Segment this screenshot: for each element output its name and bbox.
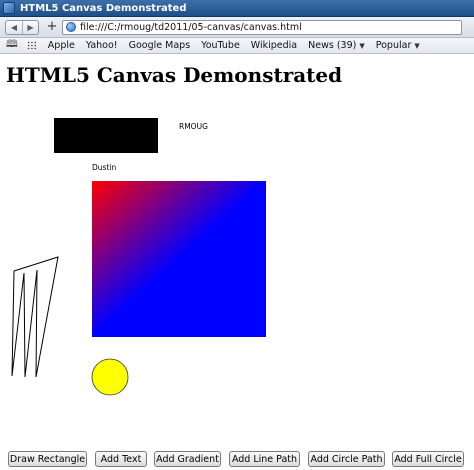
bookmark-popular-label: Popular bbox=[375, 40, 412, 51]
new-tab-button[interactable]: + bbox=[45, 19, 59, 35]
globe-icon bbox=[66, 22, 76, 32]
add-text-button[interactable]: Add Text bbox=[95, 451, 147, 467]
add-circle-path-button[interactable]: Add Circle Path bbox=[308, 451, 385, 467]
gradient-square bbox=[92, 181, 266, 337]
window-titlebar: HTML5 Canvas Demonstrated bbox=[0, 0, 474, 17]
bookmark-yahoo[interactable]: Yahoo! bbox=[86, 40, 118, 51]
bookmark-news-label: News (39) bbox=[308, 40, 357, 51]
page-content: HTML5 Canvas Demonstrated RMOUG Dustin D… bbox=[0, 55, 474, 470]
forward-button[interactable]: ▶ bbox=[22, 20, 38, 34]
open-book-icon[interactable]: 🕮 bbox=[6, 37, 18, 54]
chevron-down-icon: ▼ bbox=[359, 42, 365, 50]
chevron-down-icon: ▼ bbox=[414, 42, 420, 50]
bookmark-news[interactable]: News (39) ▼ bbox=[308, 40, 365, 51]
drawing-canvas[interactable]: RMOUG Dustin bbox=[0, 55, 474, 450]
bookmark-popular[interactable]: Popular ▼ bbox=[376, 40, 420, 51]
back-button[interactable]: ◀ bbox=[6, 21, 22, 34]
forward-arrow-icon: ▶ bbox=[27, 22, 34, 32]
yellow-full-circle bbox=[91, 358, 129, 396]
canvas-text-rmoug: RMOUG bbox=[179, 122, 208, 131]
add-full-circle-button[interactable]: Add Full Circle bbox=[392, 451, 464, 467]
zigzag-line-path bbox=[11, 256, 59, 378]
bookmark-google-maps[interactable]: Google Maps bbox=[129, 40, 191, 51]
bookmark-apple[interactable]: Apple bbox=[48, 40, 75, 51]
back-arrow-icon: ◀ bbox=[10, 22, 18, 32]
draw-rectangle-button[interactable]: Draw Rectangle bbox=[8, 451, 87, 467]
add-line-path-button[interactable]: Add Line Path bbox=[229, 451, 300, 467]
bookmarks-bar: 🕮 Apple Yahoo! Google Maps YouTube Wikip… bbox=[0, 38, 474, 54]
browser-app-icon bbox=[3, 2, 15, 14]
black-rectangle bbox=[54, 118, 158, 153]
url-text[interactable]: file:///C:/rmoug/td2011/05-canvas/canvas… bbox=[80, 22, 302, 33]
canvas-text-dustin: Dustin bbox=[92, 163, 116, 172]
window-title: HTML5 Canvas Demonstrated bbox=[20, 2, 187, 14]
nav-button-group: ◀ ▶ bbox=[5, 19, 39, 35]
browser-toolbar: ◀ ▶ + file:///C:/rmoug/td2011/05-canvas/… bbox=[0, 17, 474, 38]
bookmark-youtube[interactable]: YouTube bbox=[201, 40, 240, 51]
button-row: Draw Rectangle Add Text Add Gradient Add… bbox=[0, 449, 474, 469]
add-gradient-button[interactable]: Add Gradient bbox=[154, 451, 221, 467]
top-sites-grid-icon[interactable] bbox=[26, 41, 37, 50]
bookmark-wikipedia[interactable]: Wikipedia bbox=[251, 40, 297, 51]
address-bar[interactable]: file:///C:/rmoug/td2011/05-canvas/canvas… bbox=[62, 19, 462, 35]
